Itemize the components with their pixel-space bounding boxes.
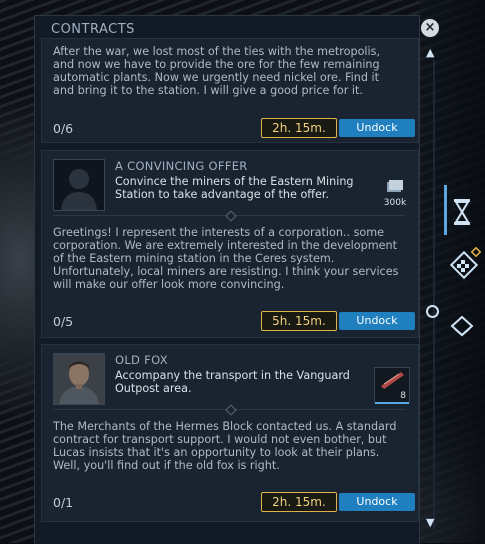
contract-card[interactable]: After the war, we lost most of the ties …	[41, 38, 419, 143]
reward: 300k	[381, 179, 409, 208]
side-active-indicator	[444, 185, 447, 235]
contract-title: OLD FOX	[115, 353, 168, 367]
contract-description: The Merchants of the Hermes Block contac…	[53, 420, 397, 472]
contract-description: Greetings! I represent the interests of …	[53, 226, 399, 291]
undock-button[interactable]: Undock	[339, 312, 415, 330]
contract-progress: 0/6	[53, 121, 74, 136]
scroll-up-icon[interactable]: ▲	[426, 46, 434, 59]
divider-diamond	[225, 404, 237, 416]
close-icon[interactable]: ×	[421, 19, 439, 37]
contract-subtitle: Convince the miners of the Eastern Minin…	[115, 175, 354, 201]
contract-progress: 0/5	[53, 314, 74, 329]
contract-card[interactable]: A CONVINCING OFFER Convince the miners o…	[41, 150, 419, 338]
hourglass-icon[interactable]	[449, 197, 475, 225]
undock-button[interactable]: Undock	[339, 119, 415, 137]
contract-subtitle: Accompany the transport in the Vanguard …	[115, 369, 350, 395]
credits-icon	[387, 180, 403, 192]
contract-timer: 2h. 15m.	[261, 492, 337, 512]
avatar-portrait	[53, 353, 105, 405]
dice-icon[interactable]	[449, 246, 482, 280]
divider-diamond	[225, 210, 237, 222]
cargo-item-icon	[381, 372, 404, 389]
reward-label: 8	[400, 391, 406, 401]
contract-description: After the war, we lost most of the ties …	[53, 45, 381, 97]
undock-button[interactable]: Undock	[339, 493, 415, 511]
contract-card[interactable]: OLD FOX Accompany the transport in the V…	[41, 344, 419, 522]
contract-progress: 0/1	[53, 495, 74, 510]
contract-timer: 5h. 15m.	[261, 311, 337, 331]
reward-bar	[375, 402, 409, 404]
avatar-silhouette	[53, 159, 105, 211]
scroll-track[interactable]	[433, 60, 435, 530]
reward: 8	[374, 367, 410, 404]
contract-timer: 2h. 15m.	[261, 118, 337, 138]
panel-title: CONTRACTS	[51, 22, 135, 37]
scroll-down-icon[interactable]: ▼	[426, 516, 434, 529]
layers-icon[interactable]	[449, 314, 475, 340]
scroll-thumb[interactable]	[426, 305, 439, 318]
contract-title: A CONVINCING OFFER	[115, 159, 248, 173]
reward-label: 300k	[383, 198, 407, 208]
